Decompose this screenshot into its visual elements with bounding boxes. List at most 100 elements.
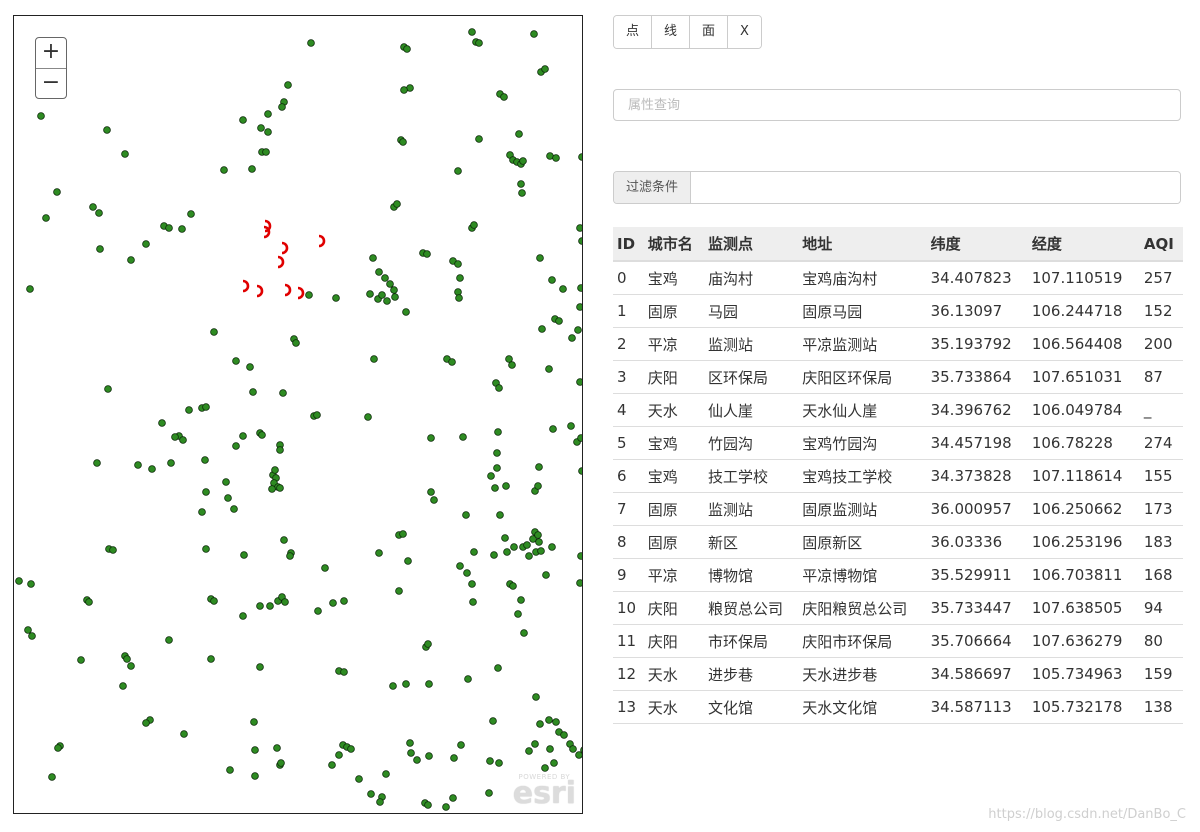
station-marker[interactable]	[376, 798, 384, 806]
station-marker[interactable]	[578, 237, 582, 245]
station-marker[interactable]	[321, 564, 329, 572]
station-marker[interactable]	[450, 754, 458, 762]
selected-station-marker[interactable]	[277, 255, 285, 269]
station-marker[interactable]	[399, 138, 407, 146]
zoom-out-button[interactable]: −	[36, 68, 66, 98]
station-marker[interactable]	[314, 607, 322, 615]
col-header-latitude[interactable]: 纬度	[926, 227, 1028, 262]
table-row[interactable]: 13 天水 文化馆 天水文化馆 34.587113 105.732178 138	[613, 690, 1183, 724]
station-marker[interactable]	[276, 484, 284, 492]
station-marker[interactable]	[576, 224, 582, 232]
station-marker[interactable]	[456, 562, 464, 570]
station-marker[interactable]	[427, 488, 435, 496]
selected-station-marker[interactable]	[318, 234, 326, 248]
station-marker[interactable]	[430, 496, 438, 504]
station-marker[interactable]	[279, 389, 287, 397]
station-marker[interactable]	[202, 545, 210, 553]
draw-line-button[interactable]: 线	[651, 16, 690, 48]
station-marker[interactable]	[187, 210, 195, 218]
table-row[interactable]: 6 宝鸡 技工学校 宝鸡技工学校 34.373828 107.118614 155	[613, 459, 1183, 493]
station-marker[interactable]	[545, 365, 553, 373]
station-marker[interactable]	[96, 245, 104, 253]
zoom-in-button[interactable]: +	[36, 38, 66, 68]
selected-station-marker[interactable]	[281, 241, 289, 255]
station-marker[interactable]	[454, 260, 462, 268]
selected-station-marker[interactable]	[284, 283, 292, 297]
station-marker[interactable]	[180, 730, 188, 738]
station-marker[interactable]	[515, 130, 523, 138]
filter-input[interactable]	[691, 172, 1180, 203]
station-marker[interactable]	[549, 425, 557, 433]
station-marker[interactable]	[103, 126, 111, 134]
station-marker[interactable]	[520, 629, 528, 637]
station-marker[interactable]	[15, 577, 23, 585]
station-marker[interactable]	[559, 285, 567, 293]
table-row[interactable]: 10 庆阳 粮贸总公司 庆阳粮贸总公司 35.733447 107.638505 94	[613, 591, 1183, 625]
station-marker[interactable]	[249, 388, 257, 396]
station-marker[interactable]	[134, 461, 142, 469]
station-marker[interactable]	[251, 772, 259, 780]
station-marker[interactable]	[469, 598, 477, 606]
station-marker[interactable]	[273, 744, 281, 752]
station-marker[interactable]	[442, 803, 450, 811]
station-marker[interactable]	[560, 731, 568, 739]
station-marker[interactable]	[500, 93, 508, 101]
station-marker[interactable]	[370, 355, 378, 363]
col-header-city[interactable]: 城市名	[643, 227, 704, 262]
station-marker[interactable]	[536, 720, 544, 728]
station-marker[interactable]	[222, 478, 230, 486]
station-marker[interactable]	[280, 536, 288, 544]
station-marker[interactable]	[548, 276, 556, 284]
station-marker[interactable]	[424, 801, 432, 809]
station-marker[interactable]	[167, 459, 175, 467]
station-marker[interactable]	[93, 459, 101, 467]
station-marker[interactable]	[509, 582, 517, 590]
station-marker[interactable]	[281, 598, 289, 606]
station-marker[interactable]	[576, 303, 582, 311]
station-marker[interactable]	[493, 464, 501, 472]
station-marker[interactable]	[538, 325, 546, 333]
station-marker[interactable]	[532, 693, 540, 701]
station-marker[interactable]	[292, 339, 300, 347]
station-marker[interactable]	[536, 254, 544, 262]
station-marker[interactable]	[121, 150, 129, 158]
station-marker[interactable]	[495, 759, 503, 767]
station-marker[interactable]	[246, 363, 254, 371]
selected-station-marker[interactable]	[297, 286, 305, 300]
station-marker[interactable]	[381, 274, 389, 282]
station-marker[interactable]	[406, 739, 414, 747]
station-marker[interactable]	[386, 280, 394, 288]
station-marker[interactable]	[256, 602, 264, 610]
station-marker[interactable]	[54, 744, 62, 752]
station-marker[interactable]	[332, 294, 340, 302]
station-marker[interactable]	[340, 597, 348, 605]
station-marker[interactable]	[375, 549, 383, 557]
station-marker[interactable]	[523, 541, 531, 549]
station-marker[interactable]	[366, 290, 374, 298]
station-marker[interactable]	[541, 65, 549, 73]
station-marker[interactable]	[399, 530, 407, 538]
station-marker[interactable]	[535, 463, 543, 471]
col-header-aqi[interactable]: AQI	[1139, 227, 1183, 262]
station-marker[interactable]	[347, 745, 355, 753]
station-marker[interactable]	[239, 612, 247, 620]
table-row[interactable]: 2 平凉 监测站 平凉监测站 35.193792 106.564408 200	[613, 327, 1183, 361]
station-marker[interactable]	[239, 116, 247, 124]
station-marker[interactable]	[364, 413, 372, 421]
station-marker[interactable]	[525, 552, 533, 560]
station-marker[interactable]	[459, 433, 467, 441]
table-row[interactable]: 3 庆阳 区环保局 庆阳区环保局 35.733864 107.651031 87	[613, 360, 1183, 394]
station-marker[interactable]	[425, 752, 433, 760]
station-marker[interactable]	[48, 773, 56, 781]
station-marker[interactable]	[250, 718, 258, 726]
station-marker[interactable]	[202, 403, 210, 411]
station-marker[interactable]	[503, 548, 511, 556]
station-marker[interactable]	[470, 548, 478, 556]
station-marker[interactable]	[340, 668, 348, 676]
station-marker[interactable]	[248, 165, 256, 173]
station-marker[interactable]	[494, 428, 502, 436]
station-marker[interactable]	[224, 494, 232, 502]
station-marker[interactable]	[127, 662, 135, 670]
station-marker[interactable]	[541, 764, 549, 772]
station-marker[interactable]	[575, 751, 582, 759]
